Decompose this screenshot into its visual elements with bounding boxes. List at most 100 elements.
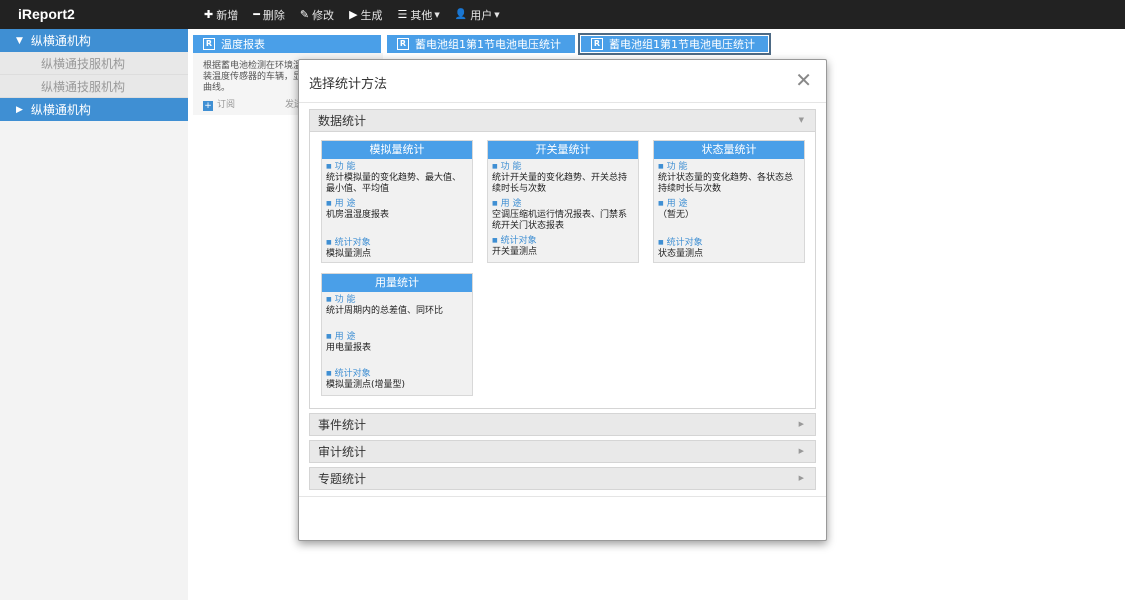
edit-icon: ✎ xyxy=(299,8,310,21)
function-text: 统计开关量的变化趋势、开关总持续时长与次数 xyxy=(492,173,628,194)
other-label: 其他 xyxy=(410,8,433,22)
object-label: 统计对象 xyxy=(326,368,468,380)
report-card-header[interactable]: R 温度报表 xyxy=(193,35,381,53)
object-label: 统计对象 xyxy=(492,235,634,247)
top-navbar: iReport2 ✚ 新增 ━ 删除 ✎ 修改 ▶ 生成 ☰ 其他 ▼ 👤 用户… xyxy=(0,0,1125,29)
expand-icon: ▶ xyxy=(798,447,804,455)
usage-text: 空调压缩机运行情况报表、门禁系统开关门状态报表 xyxy=(492,210,628,231)
close-icon[interactable]: ✕ xyxy=(795,69,812,91)
expand-down-icon: ▼ xyxy=(16,35,23,46)
function-label: 功 能 xyxy=(492,161,634,173)
function-label: 功 能 xyxy=(326,161,468,173)
generate-label: 生成 xyxy=(360,8,383,22)
section-topic-stats: 专题统计 ▶ xyxy=(309,467,816,490)
section-header-data-stats[interactable]: 数据统计 ▼ xyxy=(309,109,816,132)
method-title: 用量统计 xyxy=(322,274,472,292)
sidebar-item-label: 纵横通技服机构 xyxy=(41,79,126,94)
section-title: 数据统计 xyxy=(318,114,367,128)
toolbar: ✚ 新增 ━ 删除 ✎ 修改 ▶ 生成 ☰ 其他 ▼ 👤 用户 ▼ xyxy=(204,0,515,29)
select-method-dialog: 选择统计方法 ✕ 数据统计 ▼ 模拟量统计 功 能 统计模拟量的变化趋势、最大值… xyxy=(298,59,827,541)
object-label: 统计对象 xyxy=(326,237,468,249)
other-menu[interactable]: ☰ 其他 ▼ xyxy=(398,7,440,23)
dialog-title: 选择统计方法 xyxy=(309,77,388,92)
plus-icon: ✚ xyxy=(204,8,214,21)
method-card-usage[interactable]: 用量统计 功 能 统计周期内的总差值、同环比 用 途 用电量报表 统计对象 模拟… xyxy=(321,273,473,396)
sidebar-item-label: 纵横通机构 xyxy=(30,34,91,48)
report-icon: R xyxy=(397,38,409,50)
section-title: 审计统计 xyxy=(318,445,367,459)
sidebar-item-tech-org-1[interactable]: 纵横通技服机构 xyxy=(0,52,188,75)
report-title: 蓄电池组1第1节电池电压统计 xyxy=(609,38,755,51)
usage-label: 用 途 xyxy=(326,198,468,210)
object-text: 模拟量测点(增量型) xyxy=(326,380,406,390)
sidebar-item-label: 纵横通机构 xyxy=(30,103,91,117)
report-card-header[interactable]: R 蓄电池组1第1节电池电压统计 xyxy=(387,35,575,53)
section-header-topic-stats[interactable]: 专题统计 ▶ xyxy=(309,467,816,490)
object-text: 开关量测点 xyxy=(492,247,538,257)
sidebar-item-org-2[interactable]: ▶ 纵横通机构 xyxy=(0,98,188,121)
minus-icon: ━ xyxy=(253,8,260,21)
dialog-header: 选择统计方法 ✕ xyxy=(299,60,826,103)
usage-text: 机房温湿度报表 xyxy=(326,210,390,220)
method-title: 开关量统计 xyxy=(488,141,638,159)
section-title: 专题统计 xyxy=(318,472,367,486)
section-data-stats: 数据统计 ▼ 模拟量统计 功 能 统计模拟量的变化趋势、最大值、最小值、平均值 … xyxy=(309,109,816,409)
usage-text: 用电量报表 xyxy=(326,343,372,353)
sidebar-item-org-1[interactable]: ▼ 纵横通机构 xyxy=(0,29,188,52)
report-title: 温度报表 xyxy=(221,38,265,51)
subscribe-icon[interactable]: + xyxy=(203,100,213,111)
section-event-stats: 事件统计 ▶ xyxy=(309,413,816,436)
sidebar-item-label: 纵横通技服机构 xyxy=(41,56,126,71)
method-card-switch[interactable]: 开关量统计 功 能 统计开关量的变化趋势、开关总持续时长与次数 用 途 空调压缩… xyxy=(487,140,639,263)
expand-right-icon: ▶ xyxy=(16,104,23,115)
method-title: 模拟量统计 xyxy=(322,141,472,159)
method-card-analog[interactable]: 模拟量统计 功 能 统计模拟量的变化趋势、最大值、最小值、平均值 用 途 机房温… xyxy=(321,140,473,263)
edit-button[interactable]: ✎ 修改 xyxy=(300,7,334,23)
report-icon: R xyxy=(591,38,603,50)
edit-label: 修改 xyxy=(312,8,335,22)
usage-text: （暂无） xyxy=(658,210,695,220)
add-button[interactable]: ✚ 新增 xyxy=(204,7,238,23)
sidebar: ▼ 纵横通机构 纵横通技服机构 纵横通技服机构 ▶ 纵横通机构 xyxy=(0,29,188,600)
function-text: 统计模拟量的变化趋势、最大值、最小值、平均值 xyxy=(326,173,462,194)
function-text: 统计状态量的变化趋势、各状态总持续时长与次数 xyxy=(658,173,794,194)
section-body: 模拟量统计 功 能 统计模拟量的变化趋势、最大值、最小值、平均值 用 途 机房温… xyxy=(309,132,816,409)
expand-icon: ▶ xyxy=(798,420,804,428)
add-label: 新增 xyxy=(216,8,239,22)
usage-label: 用 途 xyxy=(326,331,468,343)
play-icon: ▶ xyxy=(349,8,358,21)
delete-button[interactable]: ━ 删除 xyxy=(253,7,285,23)
object-label: 统计对象 xyxy=(658,237,800,249)
usage-label: 用 途 xyxy=(658,198,800,210)
app-brand[interactable]: iReport2 xyxy=(18,6,75,22)
dialog-footer xyxy=(299,496,826,540)
caret-down-icon: ▼ xyxy=(434,10,440,19)
object-text: 状态量测点 xyxy=(658,249,704,259)
section-title: 事件统计 xyxy=(318,418,367,432)
caret-down-icon: ▼ xyxy=(494,10,500,19)
report-title: 蓄电池组1第1节电池电压统计 xyxy=(415,38,561,51)
list-icon: ☰ xyxy=(397,8,408,21)
section-header-audit-stats[interactable]: 审计统计 ▶ xyxy=(309,440,816,463)
generate-button[interactable]: ▶ 生成 xyxy=(349,7,382,23)
user-label: 用户 xyxy=(470,8,493,22)
object-text: 模拟量测点 xyxy=(326,249,372,259)
report-icon: R xyxy=(203,38,215,50)
subscribe-link[interactable]: 订阅 xyxy=(217,100,235,111)
section-audit-stats: 审计统计 ▶ xyxy=(309,440,816,463)
report-card-header-selected[interactable]: R 蓄电池组1第1节电池电压统计 xyxy=(578,33,771,55)
method-title: 状态量统计 xyxy=(654,141,804,159)
report-card-footer: + 订阅 发送 xyxy=(203,100,303,111)
function-label: 功 能 xyxy=(326,294,468,306)
user-icon: 👤 xyxy=(454,9,468,20)
function-text: 统计周期内的总差值、同环比 xyxy=(326,306,444,316)
delete-label: 删除 xyxy=(262,8,285,22)
expand-icon: ▶ xyxy=(798,474,804,482)
usage-label: 用 途 xyxy=(492,198,634,210)
collapse-icon: ▼ xyxy=(798,116,804,124)
sidebar-item-tech-org-2[interactable]: 纵横通技服机构 xyxy=(0,75,188,98)
function-label: 功 能 xyxy=(658,161,800,173)
method-card-state[interactable]: 状态量统计 功 能 统计状态量的变化趋势、各状态总持续时长与次数 用 途 （暂无… xyxy=(653,140,805,263)
user-menu[interactable]: 👤 用户 ▼ xyxy=(455,7,500,23)
section-header-event-stats[interactable]: 事件统计 ▶ xyxy=(309,413,816,436)
